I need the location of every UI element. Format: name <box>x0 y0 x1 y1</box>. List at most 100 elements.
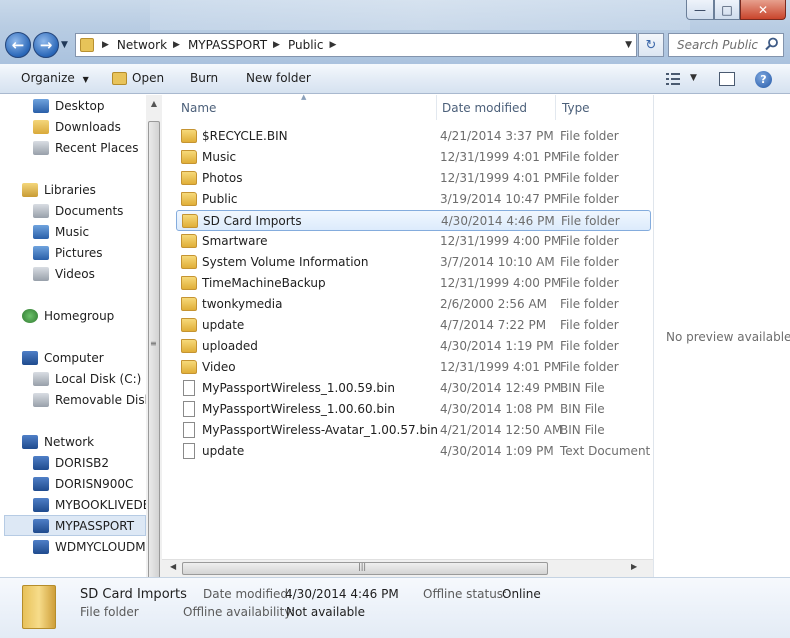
nav-item-dorisb2[interactable]: DORISB2 <box>33 452 161 473</box>
column-divider[interactable] <box>436 95 437 120</box>
grip-icon: ≡ <box>150 339 157 348</box>
nav-item-label: Videos <box>55 266 95 281</box>
computer-icon <box>33 455 49 470</box>
search-icon[interactable] <box>765 37 779 51</box>
nav-item-label: Music <box>55 224 90 239</box>
address-bar[interactable]: ▶ Network ▶ MYPASSPORT ▶ Public ▶ ▼ <box>75 33 637 57</box>
list-item[interactable]: twonkymedia 2/6/2000 2:56 AM File folder <box>176 294 651 315</box>
chevron-down-icon[interactable]: ▼ <box>690 73 697 83</box>
column-divider[interactable] <box>555 95 556 120</box>
scroll-thumb[interactable]: ||| <box>182 562 548 575</box>
column-header-name[interactable]: Name <box>181 101 216 115</box>
file-name: Music <box>202 150 237 164</box>
list-item[interactable]: Public 3/19/2014 10:47 PM File folder <box>176 189 651 210</box>
list-item[interactable]: Music 12/31/1999 4:01 PM File folder <box>176 147 651 168</box>
documents-icon <box>33 203 49 218</box>
close-button[interactable]: ✕ <box>740 0 786 20</box>
chevron-down-icon[interactable]: ▼ <box>625 40 632 50</box>
list-item[interactable]: update 4/7/2014 7:22 PM File folder <box>176 315 651 336</box>
list-item[interactable]: $RECYCLE.BIN 4/21/2014 3:37 PM File fold… <box>176 126 651 147</box>
refresh-button[interactable]: ↻ <box>638 33 664 57</box>
open-button[interactable]: Open <box>132 71 164 85</box>
minimize-button[interactable]: — <box>686 0 714 20</box>
horizontal-scrollbar[interactable]: ◀ ||| ▶ <box>162 559 653 577</box>
nav-item-label: DORISN900C <box>55 476 134 491</box>
organize-button[interactable]: Organize ▼ <box>21 71 89 85</box>
file-name: update <box>202 444 245 458</box>
file-date: 3/19/2014 10:47 PM <box>440 192 562 206</box>
chevron-right-icon[interactable]: ▶ <box>102 40 109 50</box>
list-item[interactable]: Video 12/31/1999 4:01 PM File folder <box>176 357 651 378</box>
list-item-selected[interactable]: SD Card Imports 4/30/2014 4:46 PM File f… <box>176 210 651 231</box>
column-header-type[interactable]: Type <box>562 101 590 115</box>
file-icon <box>183 422 195 438</box>
back-button[interactable]: ← <box>5 32 31 58</box>
nav-item-documents[interactable]: Documents <box>33 200 161 221</box>
list-item[interactable]: TimeMachineBackup 12/31/1999 4:00 PM Fil… <box>176 273 651 294</box>
chevron-right-icon[interactable]: ▶ <box>631 562 637 571</box>
breadcrumb-mypassport[interactable]: MYPASSPORT <box>188 38 267 52</box>
nav-item-homegroup[interactable]: Homegroup <box>22 305 161 326</box>
recent-pages-dropdown[interactable]: ▼ <box>61 40 68 50</box>
chevron-left-icon[interactable]: ◀ <box>170 562 176 571</box>
nav-item-music[interactable]: Music <box>33 221 161 242</box>
nav-item-label: Documents <box>55 203 124 218</box>
text-document-icon <box>183 443 195 459</box>
detail-date-value: 4/30/2014 4:46 PM <box>285 587 399 601</box>
nav-item-dorisn900c[interactable]: DORISN900C <box>33 473 161 494</box>
nav-item-label: DORISB2 <box>55 455 110 470</box>
chevron-up-icon[interactable]: ▲ <box>146 99 162 108</box>
list-item[interactable]: Smartware 12/31/1999 4:00 PM File folder <box>176 231 651 252</box>
nav-item-videos[interactable]: Videos <box>33 263 161 284</box>
nav-item-wdmycloudmi[interactable]: WDMYCLOUDMI <box>33 536 161 557</box>
search-placeholder: Search Public <box>677 38 759 52</box>
chevron-right-icon[interactable]: ▶ <box>273 40 280 50</box>
list-item[interactable]: uploaded 4/30/2014 1:19 PM File folder <box>176 336 651 357</box>
open-icon[interactable] <box>112 72 127 85</box>
list-item[interactable]: MyPassportWireless_1.00.60.bin 4/30/2014… <box>176 399 651 420</box>
nav-item-computer[interactable]: Computer <box>22 347 161 368</box>
nav-item-label: Computer <box>44 350 104 365</box>
burn-button[interactable]: Burn <box>190 71 218 85</box>
nav-item-desktop[interactable]: Desktop <box>33 95 161 116</box>
nav-pane-scrollbar[interactable]: ▲ ≡ <box>146 95 162 613</box>
detail-item-kind: File folder <box>80 605 139 619</box>
nav-item-label: Desktop <box>55 98 105 113</box>
music-icon <box>33 224 49 239</box>
breadcrumb-network[interactable]: Network <box>117 38 167 52</box>
new-folder-button[interactable]: New folder <box>246 71 311 85</box>
nav-item-mybooklivedb2[interactable]: MYBOOKLIVEDB2 <box>33 494 161 515</box>
list-item[interactable]: MyPassportWireless_1.00.59.bin 4/30/2014… <box>176 378 651 399</box>
preview-pane-icon[interactable] <box>719 72 735 86</box>
nav-item-local-disk[interactable]: Local Disk (C:) <box>33 368 161 389</box>
nav-item-mypassport[interactable]: MYPASSPORT <box>4 515 146 536</box>
computer-icon <box>33 539 49 554</box>
list-item[interactable]: update 4/30/2014 1:09 PM Text Document <box>176 441 651 462</box>
forward-button[interactable]: → <box>33 32 59 58</box>
views-icon[interactable] <box>666 73 680 85</box>
chevron-right-icon[interactable]: ▶ <box>329 40 336 50</box>
file-type: File folder <box>560 297 619 311</box>
navigation-pane: Desktop Downloads Recent Places Librarie… <box>0 95 162 577</box>
help-icon[interactable]: ? <box>755 71 772 88</box>
list-item[interactable]: MyPassportWireless-Avatar_1.00.57.bin 4/… <box>176 420 651 441</box>
nav-item-label: Homegroup <box>44 308 115 323</box>
nav-item-network[interactable]: Network <box>22 431 161 452</box>
maximize-button[interactable]: □ <box>714 0 740 20</box>
chevron-right-icon[interactable]: ▶ <box>173 40 180 50</box>
list-item[interactable]: Photos 12/31/1999 4:01 PM File folder <box>176 168 651 189</box>
nav-item-removable-disk[interactable]: Removable Disk ( <box>33 389 161 410</box>
file-name: uploaded <box>202 339 258 353</box>
breadcrumb-public[interactable]: Public <box>288 38 324 52</box>
file-type: BIN File <box>560 402 605 416</box>
nav-item-pictures[interactable]: Pictures <box>33 242 161 263</box>
nav-item-label: Pictures <box>55 245 103 260</box>
search-input[interactable]: Search Public <box>668 33 784 57</box>
nav-item-libraries[interactable]: Libraries <box>22 179 161 200</box>
list-item[interactable]: System Volume Information 3/7/2014 10:10… <box>176 252 651 273</box>
scroll-thumb[interactable] <box>148 121 160 613</box>
nav-item-recent-places[interactable]: Recent Places <box>33 137 161 158</box>
file-date: 3/7/2014 10:10 AM <box>440 255 555 269</box>
column-header-date-modified[interactable]: Date modified <box>442 101 527 115</box>
nav-item-downloads[interactable]: Downloads <box>33 116 161 137</box>
